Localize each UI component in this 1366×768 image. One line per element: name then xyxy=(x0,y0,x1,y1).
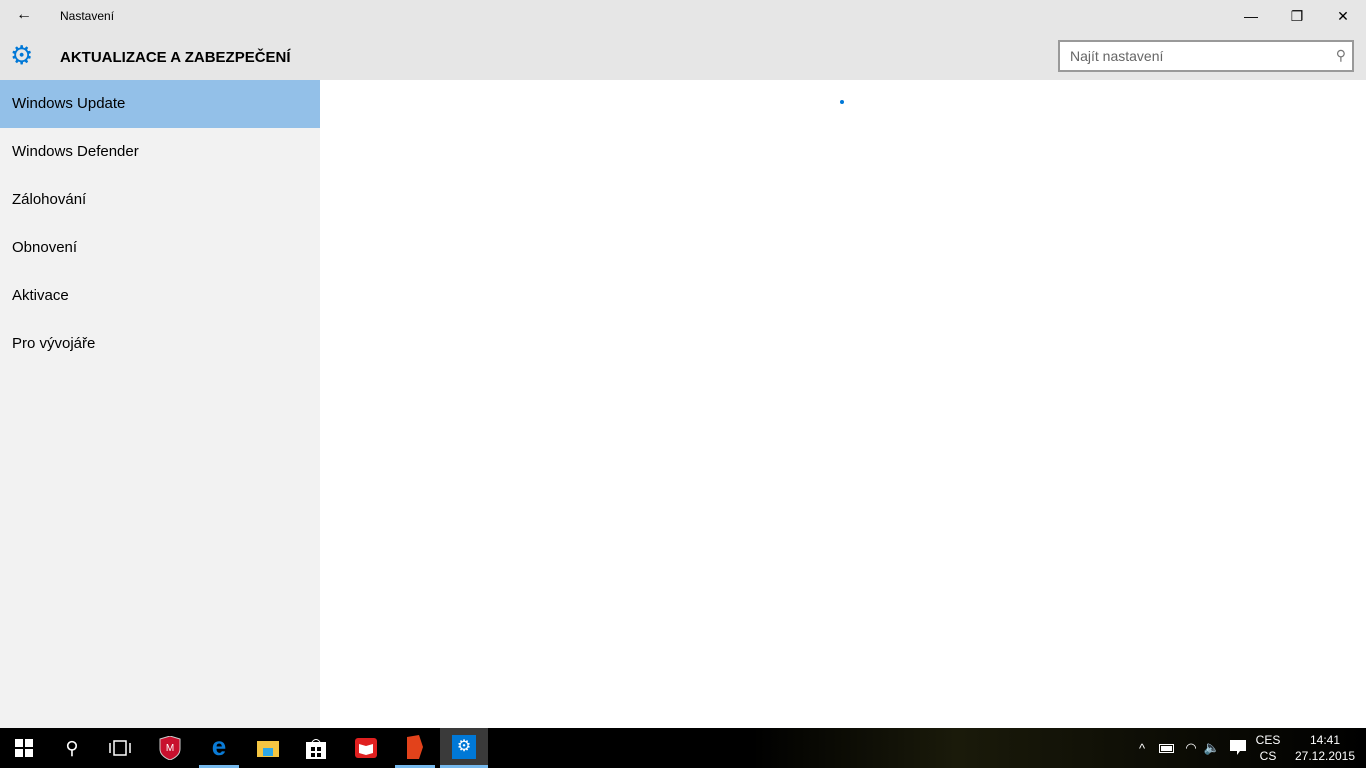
language-code: CES xyxy=(1255,733,1281,747)
restore-button[interactable]: ❐ xyxy=(1274,0,1320,32)
settings-icon: ⚙ xyxy=(452,734,476,759)
search-icon[interactable]: ⚲ xyxy=(1336,47,1346,64)
search-box[interactable]: ⚲ xyxy=(1058,40,1354,72)
reader-app-icon[interactable] xyxy=(342,728,390,768)
sidebar-item-activation[interactable]: Aktivace xyxy=(0,272,320,320)
loading-indicator xyxy=(840,100,844,104)
title-bar: ← Nastavení — ❐ ✕ xyxy=(0,0,1366,32)
store-icon[interactable] xyxy=(292,728,340,768)
date: 27.12.2015 xyxy=(1294,749,1356,763)
gear-icon: ⚙ xyxy=(10,40,34,70)
input-language[interactable]: CES CS xyxy=(1252,732,1284,764)
close-button[interactable]: ✕ xyxy=(1320,0,1366,32)
task-view-icon[interactable] xyxy=(96,728,144,768)
svg-text:M: M xyxy=(166,743,174,754)
sidebar-item-developers[interactable]: Pro vývojáře xyxy=(0,320,320,368)
sidebar-item-windows-update[interactable]: Windows Update xyxy=(0,80,320,128)
search-taskbar-icon[interactable]: ⚲ xyxy=(48,728,96,768)
windows-icon xyxy=(15,739,33,757)
back-button[interactable]: ← xyxy=(10,6,38,26)
sidebar-item-recovery[interactable]: Obnovení xyxy=(0,224,320,272)
keyboard-layout: CS xyxy=(1259,749,1277,763)
page-title: AKTUALIZACE A ZABEZPEČENÍ xyxy=(60,49,291,66)
mcafee-icon[interactable]: M xyxy=(146,728,194,768)
search-input[interactable] xyxy=(1060,42,1320,70)
content-area xyxy=(320,80,1366,728)
taskbar: ⚲ M e ⚙ ^ ◠ 🔈 CES CS 14:41 27.12.2015 xyxy=(0,728,1366,768)
action-center-icon[interactable] xyxy=(1226,728,1250,768)
minimize-button[interactable]: — xyxy=(1228,0,1274,32)
volume-icon[interactable]: 🔈 xyxy=(1202,728,1222,768)
sidebar-item-backup[interactable]: Zálohování xyxy=(0,176,320,224)
time: 14:41 xyxy=(1309,733,1341,747)
edge-icon[interactable]: e xyxy=(199,728,239,768)
show-hidden-icons-chevron-icon[interactable]: ^ xyxy=(1132,728,1152,768)
window-title: Nastavení xyxy=(60,9,115,23)
file-explorer-icon[interactable] xyxy=(244,728,292,768)
start-button[interactable] xyxy=(0,728,48,768)
sidebar: Windows Update Windows Defender Zálohová… xyxy=(0,80,320,728)
clock[interactable]: 14:41 27.12.2015 xyxy=(1290,732,1360,764)
settings-taskbar-button[interactable]: ⚙ xyxy=(440,728,488,768)
sidebar-item-windows-defender[interactable]: Windows Defender xyxy=(0,128,320,176)
wifi-icon[interactable]: ◠ xyxy=(1180,728,1202,768)
battery-icon[interactable] xyxy=(1156,728,1178,768)
page-header: ⚙ AKTUALIZACE A ZABEZPEČENÍ ⚲ xyxy=(0,32,1366,80)
app-icon[interactable] xyxy=(395,728,435,768)
